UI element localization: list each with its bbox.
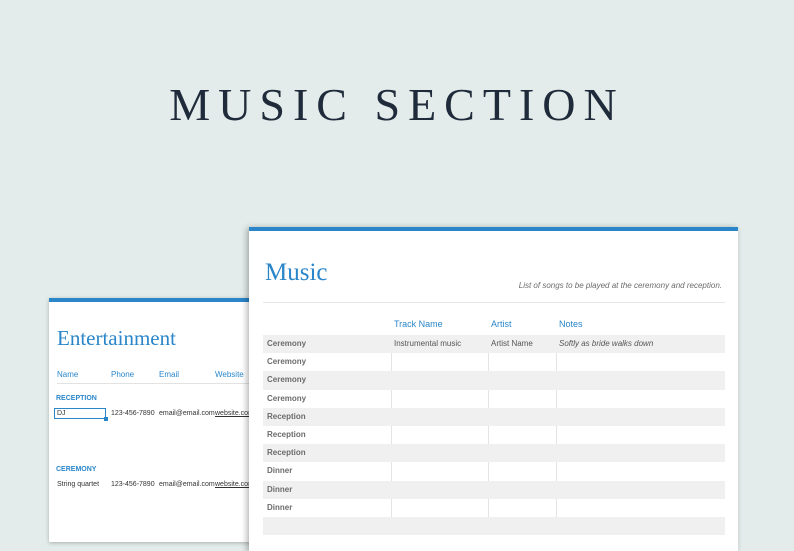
- table-row[interactable]: Ceremony Instrumental music Artist Name …: [263, 335, 725, 354]
- column-header-phone: Phone: [111, 370, 135, 379]
- music-title: Music: [265, 259, 328, 286]
- moment-cell[interactable]: Dinner: [267, 481, 292, 499]
- table-row[interactable]: Ceremony: [263, 371, 725, 390]
- table-row[interactable]: [263, 516, 725, 536]
- column-header-artist: Artist: [491, 319, 512, 329]
- section-label-reception: RECEPTION: [56, 395, 97, 402]
- moment-cell[interactable]: Ceremony: [267, 353, 306, 371]
- table-row[interactable]: Dinner: [263, 462, 725, 480]
- vendor-phone-cell[interactable]: 123-456-7890: [111, 410, 155, 417]
- music-subtitle: List of songs to be played at the ceremo…: [518, 281, 722, 290]
- moment-cell[interactable]: Ceremony: [267, 335, 306, 353]
- column-header-notes: Notes: [559, 319, 583, 329]
- vendor-email-cell[interactable]: email@email.com: [159, 410, 215, 417]
- music-sheet: Music List of songs to be played at the …: [249, 227, 738, 551]
- table-row[interactable]: Ceremony: [263, 390, 725, 408]
- table-row[interactable]: Dinner: [263, 480, 725, 499]
- track-name-cell[interactable]: Instrumental music: [394, 335, 461, 353]
- vendor-name-cell[interactable]: DJ: [57, 410, 66, 417]
- table-row[interactable]: Reception: [263, 444, 725, 463]
- section-label-ceremony: CEREMONY: [56, 466, 97, 473]
- column-header-name: Name: [57, 370, 79, 379]
- title-divider: [263, 302, 725, 303]
- table-row[interactable]: Reception: [263, 407, 725, 426]
- moment-cell[interactable]: Dinner: [267, 462, 292, 480]
- moment-cell[interactable]: Reception: [267, 444, 306, 462]
- moment-cell[interactable]: Reception: [267, 408, 306, 426]
- moment-cell[interactable]: Ceremony: [267, 390, 306, 408]
- music-table: Ceremony Instrumental music Artist Name …: [263, 335, 725, 536]
- entertainment-sheet: Entertainment Name Phone Email Website R…: [49, 298, 287, 542]
- table-row[interactable]: Dinner: [263, 499, 725, 517]
- vendor-phone-cell[interactable]: 123-456-7890: [111, 481, 155, 488]
- vendor-email-cell[interactable]: email@email.com: [159, 481, 215, 488]
- column-header-website: Website: [215, 370, 244, 379]
- moment-cell[interactable]: Reception: [267, 426, 306, 444]
- table-row[interactable]: Reception: [263, 426, 725, 444]
- moment-cell[interactable]: Ceremony: [267, 371, 306, 389]
- vendor-name-cell[interactable]: String quartet: [57, 481, 99, 488]
- hero-title: MUSIC SECTION: [169, 79, 625, 130]
- table-row[interactable]: Ceremony: [263, 353, 725, 371]
- moment-cell[interactable]: Dinner: [267, 499, 292, 517]
- entertainment-title: Entertainment: [57, 326, 176, 350]
- column-header-track-name: Track Name: [394, 319, 443, 329]
- artist-cell[interactable]: Artist Name: [491, 335, 533, 353]
- column-header-email: Email: [159, 370, 180, 379]
- notes-cell[interactable]: Softly as bride walks down: [559, 335, 653, 353]
